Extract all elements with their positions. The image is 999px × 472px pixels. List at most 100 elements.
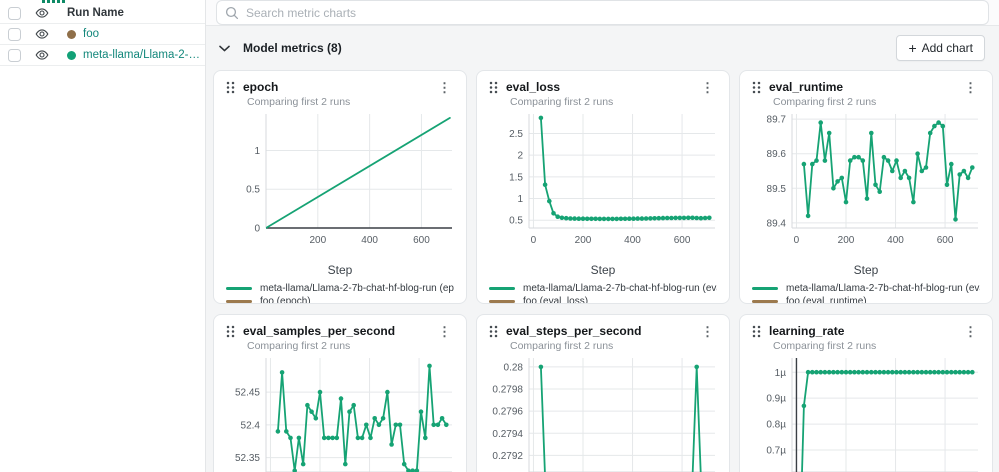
plus-icon: + xyxy=(908,43,916,53)
kebab-menu-icon[interactable]: ⋮ xyxy=(435,325,454,338)
eye-icon[interactable] xyxy=(35,48,49,62)
svg-text:600: 600 xyxy=(413,235,430,246)
drag-handle-icon[interactable] xyxy=(489,325,498,338)
search-input[interactable] xyxy=(246,6,980,20)
legend: meta-llama/Llama-2-7b-chat-hf-blog-run (… xyxy=(489,282,717,304)
search-box[interactable] xyxy=(216,0,989,25)
line-chart: 0.511.522.50200400600 xyxy=(489,108,719,258)
kebab-menu-icon[interactable]: ⋮ xyxy=(698,325,717,338)
legend-label: foo (eval_runtime) xyxy=(786,296,867,304)
line-chart: 00.51200400600 xyxy=(226,108,456,258)
chart-title: eval_runtime xyxy=(769,80,961,94)
run-row[interactable]: foo xyxy=(0,24,205,45)
chart-card: epoch⋮Comparing first 2 runs00.512004006… xyxy=(213,70,467,304)
run-name[interactable]: foo xyxy=(83,28,99,40)
run-name[interactable]: meta-llama/Llama-2-7b-chat-hf-blog-run xyxy=(83,49,201,61)
chart-card: eval_loss⋮Comparing first 2 runs0.511.52… xyxy=(476,70,730,304)
drag-handle-icon[interactable] xyxy=(226,325,235,338)
svg-text:600: 600 xyxy=(937,235,954,246)
x-axis-label: Step xyxy=(226,263,454,277)
kebab-menu-icon[interactable]: ⋮ xyxy=(961,81,980,94)
run-color-dot xyxy=(67,30,76,39)
run-row[interactable]: meta-llama/Llama-2-7b-chat-hf-blog-run xyxy=(0,45,205,66)
main-panel: Model metrics (8) + Add chart epoch⋮Comp… xyxy=(206,0,999,472)
svg-text:0.8µ: 0.8µ xyxy=(766,420,786,431)
svg-text:2.5: 2.5 xyxy=(509,129,523,140)
drag-handle-icon[interactable] xyxy=(226,81,235,94)
svg-text:89.6: 89.6 xyxy=(767,149,787,160)
svg-text:89.4: 89.4 xyxy=(767,218,787,229)
run-checkbox[interactable] xyxy=(8,49,21,62)
charts-grid: epoch⋮Comparing first 2 runs00.512004006… xyxy=(206,70,999,472)
chart-title: eval_steps_per_second xyxy=(506,324,698,338)
svg-text:0: 0 xyxy=(531,235,537,246)
svg-text:400: 400 xyxy=(624,235,641,246)
line-chart: 89.489.589.689.70200400600 xyxy=(752,108,982,258)
legend-label: foo (eval_loss) xyxy=(523,296,588,304)
svg-text:0: 0 xyxy=(794,235,800,246)
drag-handle-icon[interactable] xyxy=(752,325,761,338)
legend-label: meta-llama/Llama-2-7b-chat-hf-blog-run (… xyxy=(786,283,980,294)
chart-subtitle: Comparing first 2 runs xyxy=(510,340,717,352)
svg-text:2: 2 xyxy=(517,151,523,162)
legend-item: foo (epoch) xyxy=(226,295,454,304)
svg-text:200: 200 xyxy=(309,235,326,246)
legend-swatch xyxy=(226,287,252,290)
chart-card-header: eval_runtime⋮ xyxy=(752,80,980,94)
chart-title: epoch xyxy=(243,80,435,94)
chart-card: eval_steps_per_second⋮ Comparing first 2 … xyxy=(476,314,730,472)
svg-text:600: 600 xyxy=(674,235,691,246)
legend-item: meta-llama/Llama-2-7b-chat-hf-blog-run (… xyxy=(226,282,454,295)
legend-swatch xyxy=(489,300,515,303)
svg-text:89.5: 89.5 xyxy=(767,184,787,195)
chart-title: learning_rate xyxy=(769,324,961,338)
svg-text:0.28: 0.28 xyxy=(504,362,524,373)
legend: meta-llama/Llama-2-7b-chat-hf-blog-run (… xyxy=(752,282,980,304)
legend-label: foo (epoch) xyxy=(260,296,311,304)
svg-text:1.5: 1.5 xyxy=(509,172,523,183)
run-list: foo meta-llama/Llama-2-7b-chat-hf-blog-r… xyxy=(0,24,205,66)
legend-swatch xyxy=(489,287,515,290)
add-chart-button[interactable]: + Add chart xyxy=(896,35,985,61)
svg-text:0.2792: 0.2792 xyxy=(492,451,523,462)
kebab-menu-icon[interactable]: ⋮ xyxy=(961,325,980,338)
kebab-menu-icon[interactable]: ⋮ xyxy=(435,81,454,94)
select-all-checkbox[interactable] xyxy=(8,7,21,20)
svg-text:0.9µ: 0.9µ xyxy=(766,394,786,405)
chart-title: eval_samples_per_second xyxy=(243,324,435,338)
run-color-dot xyxy=(67,51,76,60)
svg-text:52.35: 52.35 xyxy=(235,453,260,464)
chart-subtitle: Comparing first 2 runs xyxy=(773,340,980,352)
svg-text:0.2798: 0.2798 xyxy=(492,384,523,395)
chart-card-header: eval_loss⋮ xyxy=(489,80,717,94)
chevron-down-icon[interactable] xyxy=(219,45,230,52)
legend-item: foo (eval_loss) xyxy=(489,295,717,304)
run-name-column-header: Run Name xyxy=(67,7,124,19)
visibility-all-eye-icon[interactable] xyxy=(35,6,49,20)
chart-subtitle: Comparing first 2 runs xyxy=(247,340,454,352)
svg-text:0.5: 0.5 xyxy=(509,216,523,227)
run-checkbox[interactable] xyxy=(8,28,21,41)
eye-icon[interactable] xyxy=(35,27,49,41)
app-window: Run Name foo meta-llama/Llama-2-7b-chat-… xyxy=(0,0,999,472)
line-chart: 52.3552.452.450200400600 xyxy=(226,352,456,472)
svg-text:0: 0 xyxy=(254,224,260,235)
svg-text:1: 1 xyxy=(254,146,260,157)
svg-text:52.45: 52.45 xyxy=(235,388,260,399)
legend: meta-llama/Llama-2-7b-chat-hf-blog-run (… xyxy=(226,282,454,304)
drag-handle-icon[interactable] xyxy=(752,81,761,94)
chart-card-header: eval_steps_per_second⋮ xyxy=(489,324,717,338)
legend-label: meta-llama/Llama-2-7b-chat-hf-blog-run (… xyxy=(260,283,454,294)
search-bar-row xyxy=(206,0,999,26)
section-header: Model metrics (8) + Add chart xyxy=(206,26,999,70)
chart-card: eval_samples_per_second⋮ Comparing first … xyxy=(213,314,467,472)
svg-text:400: 400 xyxy=(887,235,904,246)
legend-swatch xyxy=(752,300,778,303)
drag-handle-icon[interactable] xyxy=(489,81,498,94)
search-icon xyxy=(225,6,239,20)
svg-text:1µ: 1µ xyxy=(775,368,787,379)
legend-label: meta-llama/Llama-2-7b-chat-hf-blog-run (… xyxy=(523,283,717,294)
chart-card-header: epoch⋮ xyxy=(226,80,454,94)
svg-text:400: 400 xyxy=(361,235,378,246)
kebab-menu-icon[interactable]: ⋮ xyxy=(698,81,717,94)
